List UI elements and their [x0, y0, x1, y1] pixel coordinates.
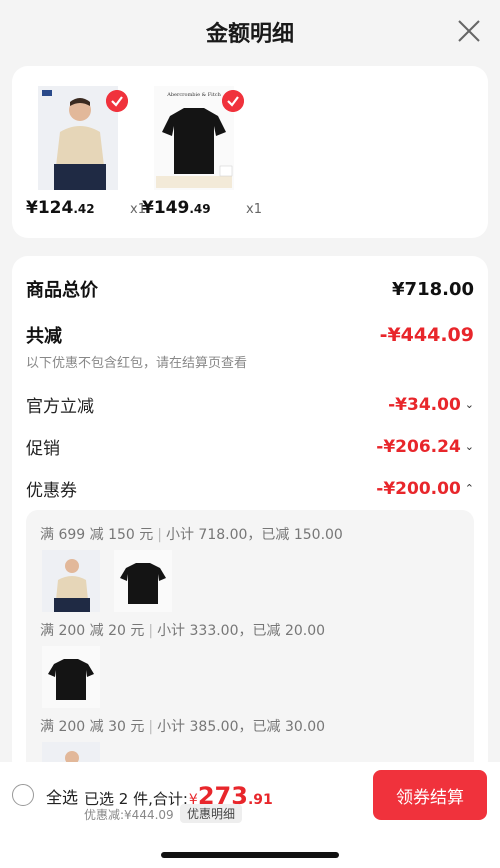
select-all-radio[interactable] [12, 784, 34, 806]
price-row: ¥124.42 x1 [26, 198, 146, 218]
header: 金额明细 [0, 0, 500, 64]
promotion-label: 促销 [26, 439, 60, 459]
coupon-details-box: 满 699 减 150 元 | 小计 718.00，已减 150.00 满 200 … [26, 510, 474, 776]
total-reduction-row: 共减 -¥444.09 [26, 322, 474, 348]
coupon-detail: 小计 385.00，已减 30.00 [157, 719, 326, 735]
product-image[interactable] [38, 86, 128, 190]
total-reduction-value: -¥444.09 [379, 324, 474, 346]
discount-summary: 优惠减:¥444.09 [84, 808, 174, 822]
coupon-row[interactable]: 优惠券 -¥200.00 ⌃ [26, 476, 474, 502]
coupon-detail: 小计 333.00，已减 20.00 [157, 623, 326, 639]
coupon-value-wrap: -¥200.00 ⌃ [376, 479, 474, 499]
product-quantity: x1 [246, 202, 262, 217]
official-discount-value: -¥34.00 [388, 394, 461, 415]
total-reduction-label: 共减 [26, 326, 62, 347]
checkout-button[interactable]: 领券结算 [373, 770, 487, 820]
chevron-up-icon[interactable]: ⌃ [465, 482, 474, 495]
total-price-label: 商品总价 [26, 280, 98, 301]
discount-detail-button[interactable]: 优惠明细 [180, 804, 243, 823]
product-card: ¥124.42 x1 Abercrombie & Fitch ¥149.49 x… [12, 66, 488, 238]
page-title: 金额明细 [205, 22, 294, 47]
checked-icon[interactable] [106, 90, 128, 112]
promotion-row[interactable]: 促销 -¥206.24 ⌄ [26, 434, 474, 460]
product-price: ¥124.42 [26, 198, 95, 218]
coupon-value: -¥200.00 [376, 478, 461, 499]
coupon-product-thumb [42, 550, 100, 612]
svg-text:Abercrombie & Fitch: Abercrombie & Fitch [166, 92, 221, 98]
total-price-row: 商品总价 ¥718.00 [26, 276, 474, 302]
total-price-value: ¥718.00 [392, 278, 474, 300]
product-price: ¥149.49 [142, 198, 211, 218]
coupon-label: 优惠券 [26, 481, 77, 501]
coupon-rule-line: 满 200 减 20 元 | 小计 333.00，已减 20.00 [40, 623, 326, 639]
polo-shirt-model-icon [42, 550, 100, 612]
product-item[interactable]: Abercrombie & Fitch ¥149.49 x1 [142, 86, 262, 218]
coupon-rule: 满 699 减 150 元 [40, 527, 154, 543]
official-discount-value-wrap: -¥34.00 ⌄ [388, 395, 474, 415]
product-image[interactable]: Abercrombie & Fitch [154, 86, 244, 190]
coupon-rule-line: 满 699 减 150 元 | 小计 718.00，已减 150.00 [40, 527, 343, 543]
total-amount-decimal: .91 [247, 792, 273, 808]
coupon-detail: 小计 718.00，已减 150.00 [165, 527, 343, 543]
coupon-product-thumb [114, 550, 172, 612]
price-row: ¥149.49 x1 [142, 198, 262, 218]
redpacket-note: 以下优惠不包含红包，请在结算页查看 [26, 356, 248, 371]
official-discount-row[interactable]: 官方立减 -¥34.00 ⌄ [26, 392, 474, 418]
chevron-down-icon[interactable]: ⌄ [465, 398, 474, 411]
coupon-rule-line: 满 200 减 30 元 | 小计 385.00，已减 30.00 [40, 719, 326, 735]
chevron-down-icon[interactable]: ⌄ [465, 440, 474, 453]
coupon-rule: 满 200 减 20 元 [40, 623, 145, 639]
product-item[interactable]: ¥124.42 x1 [26, 86, 146, 218]
coupon-product-thumb [42, 646, 100, 708]
black-tshirt-icon [114, 550, 172, 612]
amount-details-card: 商品总价 ¥718.00 共减 -¥444.09 以下优惠不包含红包，请在结算页… [12, 256, 488, 776]
coupon-rule: 满 200 减 30 元 [40, 719, 145, 735]
promotion-value: -¥206.24 [376, 436, 461, 457]
official-discount-label: 官方立减 [26, 397, 94, 417]
checked-icon[interactable] [222, 90, 244, 112]
promotion-value-wrap: -¥206.24 ⌄ [376, 437, 474, 457]
select-all-label[interactable]: 全选 [46, 784, 78, 808]
black-tshirt-icon [42, 646, 100, 708]
close-icon[interactable] [456, 18, 482, 44]
home-indicator [161, 852, 339, 858]
